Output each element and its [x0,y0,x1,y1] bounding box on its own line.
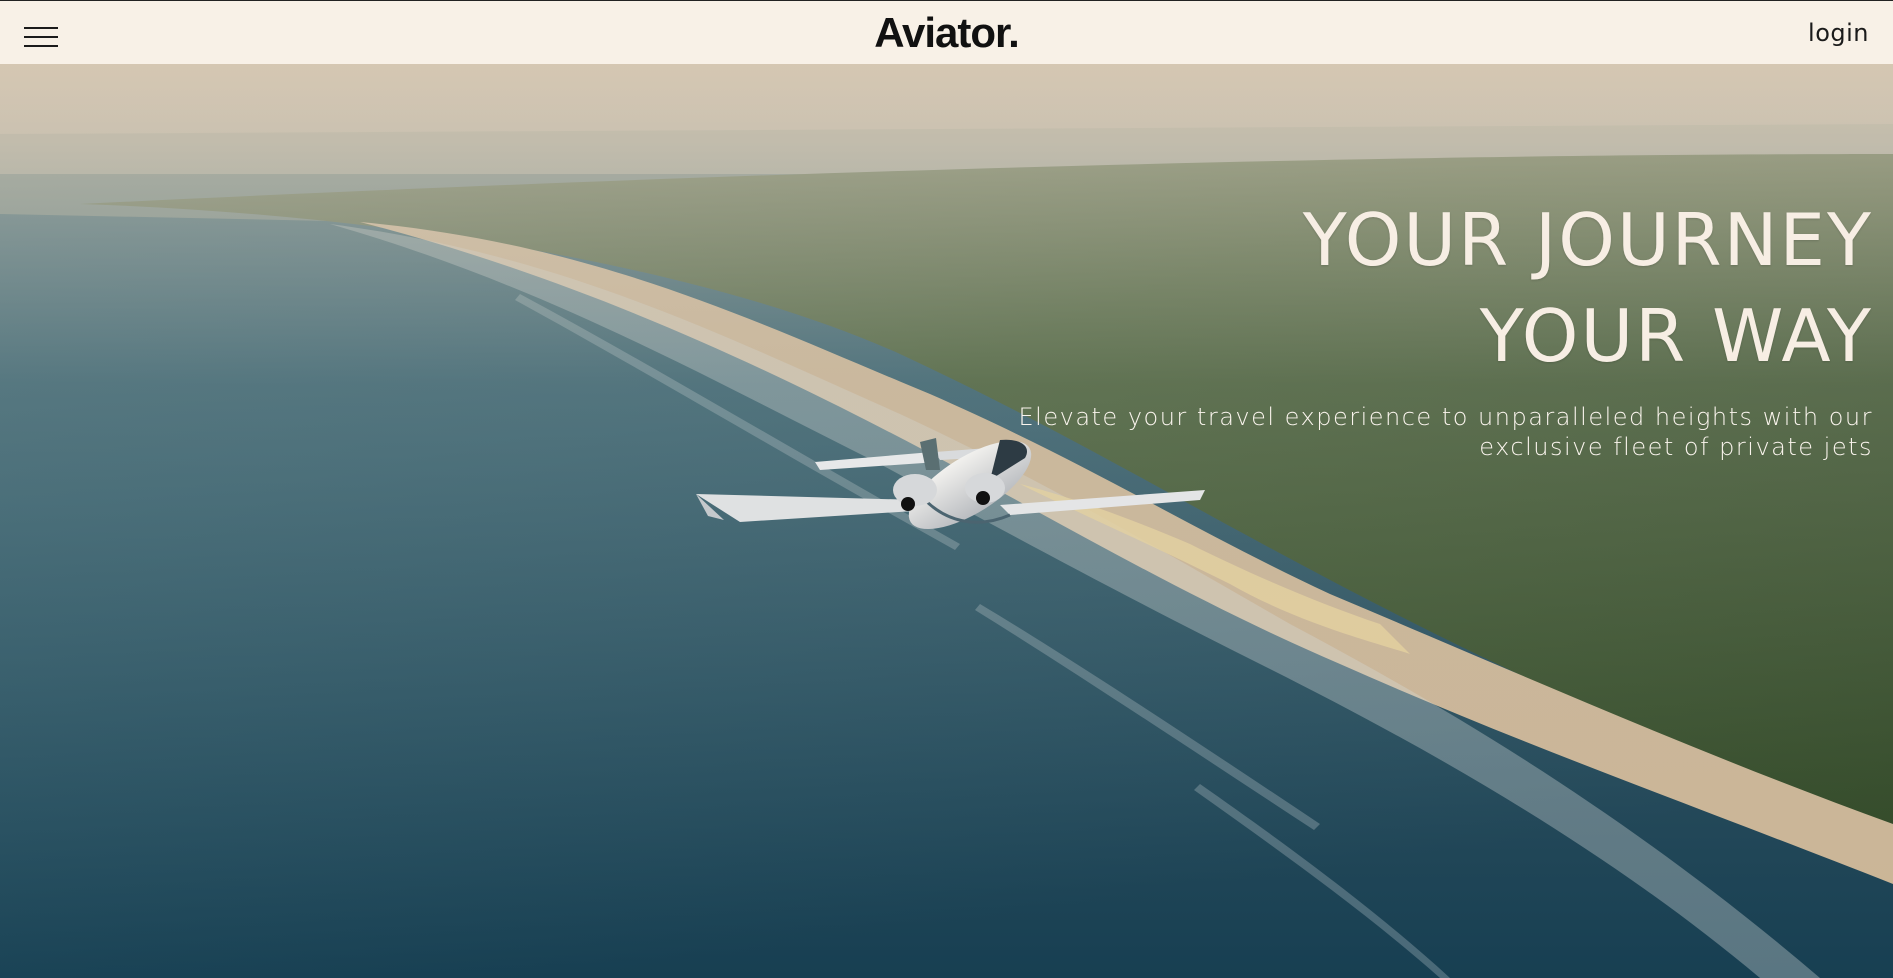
hero-headline-line-2: YOUR WAY [1479,294,1873,378]
hero-subtitle-line-2: exclusive fleet of private jets [1479,433,1873,461]
hero-headline: YOUR JOURNEY YOUR WAY [873,192,1873,384]
brand-logo[interactable]: Aviator. [874,9,1019,56]
hamburger-menu-icon[interactable] [24,25,58,49]
login-link[interactable]: login [1808,17,1869,49]
hero-text-block: YOUR JOURNEY YOUR WAY Elevate your trave… [873,192,1873,462]
hero-subtitle: Elevate your travel experience to unpara… [873,402,1873,462]
hero-section: YOUR JOURNEY YOUR WAY Elevate your trave… [0,64,1893,978]
hero-subtitle-line-1: Elevate your travel experience to unpara… [1018,403,1873,431]
top-navigation-bar: Aviator. login [0,0,1893,64]
page: Aviator. login YOUR JOURNEY YOUR WAY Ele… [0,0,1893,978]
brand-logo-container: Aviator. [0,9,1893,57]
hero-headline-line-1: YOUR JOURNEY [1302,198,1873,282]
